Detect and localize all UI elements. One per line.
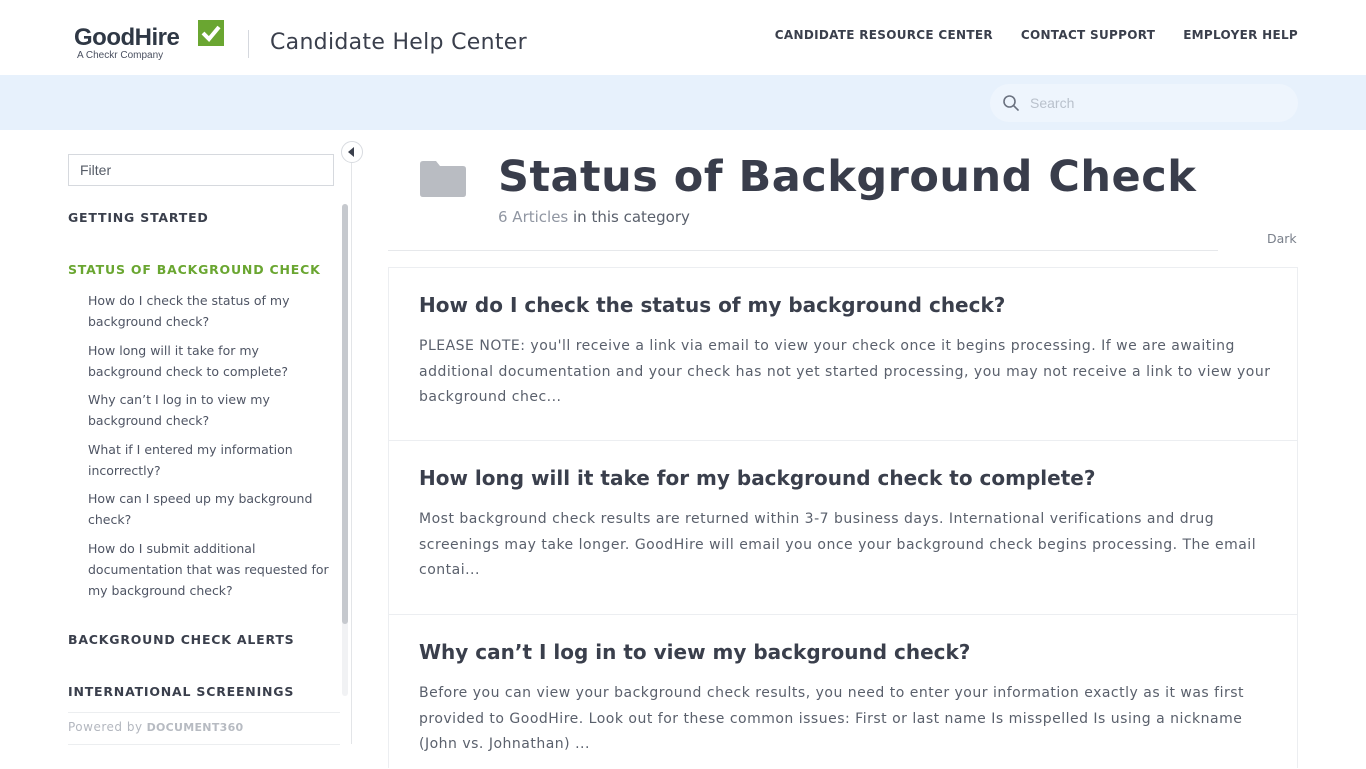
article-title[interactable]: How do I check the status of my backgrou… bbox=[419, 293, 1005, 317]
article-count: 6 Articles in this category bbox=[498, 208, 690, 226]
document360-logo: DOCUMENT360 bbox=[146, 721, 244, 734]
search-band bbox=[0, 75, 1366, 130]
article-card[interactable]: How do I check the status of my backgrou… bbox=[389, 268, 1297, 441]
sidebar-article-submit-documentation[interactable]: How do I submit additional documentation… bbox=[88, 538, 336, 601]
nav-candidate-resource-center[interactable]: CANDIDATE RESOURCE CENTER bbox=[775, 28, 993, 42]
dark-mode-toggle[interactable]: Dark bbox=[1267, 231, 1297, 246]
checkmark-logo-icon bbox=[198, 20, 224, 46]
filter-box[interactable] bbox=[68, 154, 334, 186]
nav-contact-support[interactable]: CONTACT SUPPORT bbox=[1021, 28, 1155, 42]
article-list: How do I check the status of my backgrou… bbox=[388, 267, 1298, 768]
category-sidebar: GETTING STARTED STATUS OF BACKGROUND CHE… bbox=[68, 130, 352, 768]
folder-icon bbox=[420, 161, 466, 197]
filter-input[interactable] bbox=[69, 155, 333, 185]
article-excerpt: PLEASE NOTE: you'll receive a link via e… bbox=[419, 338, 1271, 405]
article-count-suffix: in this category bbox=[568, 208, 690, 226]
sidebar-scrollbar-thumb[interactable] bbox=[342, 204, 348, 624]
site-header: GoodHire A Checkr Company Candidate Help… bbox=[0, 0, 1366, 75]
sidebar-category-background-check-alerts[interactable]: BACKGROUND CHECK ALERTS bbox=[68, 632, 294, 647]
article-excerpt: Most background check results are return… bbox=[419, 511, 1257, 578]
article-card[interactable]: How long will it take for my background … bbox=[389, 441, 1297, 615]
sidebar-category-status-of-background-check[interactable]: STATUS OF BACKGROUND CHECK bbox=[68, 262, 321, 277]
divider bbox=[68, 744, 340, 745]
sidebar-category-getting-started[interactable]: GETTING STARTED bbox=[68, 210, 209, 225]
nav-employer-help[interactable]: EMPLOYER HELP bbox=[1183, 28, 1298, 42]
divider bbox=[68, 712, 340, 713]
header-divider bbox=[248, 30, 249, 58]
sidebar-category-international-screenings[interactable]: INTERNATIONAL SCREENINGS bbox=[68, 684, 294, 699]
article-count-number: 6 Articles bbox=[498, 208, 569, 226]
powered-by-label: Powered by bbox=[68, 720, 143, 734]
goodhire-logo[interactable]: GoodHire A Checkr Company bbox=[74, 20, 234, 64]
sidebar-article-cant-log-in[interactable]: Why can’t I log in to view my background… bbox=[88, 389, 336, 431]
logo-text: GoodHire bbox=[74, 24, 180, 51]
search-input[interactable] bbox=[1030, 92, 1280, 114]
logo-subtitle: A Checkr Company bbox=[77, 50, 164, 61]
search-icon bbox=[1003, 95, 1019, 111]
article-excerpt: Before you can view your background chec… bbox=[419, 685, 1245, 752]
sidebar-article-how-long[interactable]: How long will it take for my background … bbox=[88, 340, 336, 382]
divider bbox=[388, 250, 1218, 251]
site-title[interactable]: Candidate Help Center bbox=[270, 30, 527, 55]
sidebar-article-speed-up[interactable]: How can I speed up my background check? bbox=[88, 488, 336, 530]
article-card[interactable]: Why can’t I log in to view my background… bbox=[389, 615, 1297, 769]
sidebar-article-check-status[interactable]: How do I check the status of my backgrou… bbox=[88, 290, 336, 332]
top-navigation: CANDIDATE RESOURCE CENTER CONTACT SUPPOR… bbox=[775, 28, 1298, 42]
sidebar-article-entered-incorrectly[interactable]: What if I entered my information incorre… bbox=[88, 439, 336, 481]
article-title[interactable]: Why can’t I log in to view my background… bbox=[419, 640, 970, 664]
powered-by[interactable]: Powered by DOCUMENT360 bbox=[68, 720, 243, 734]
search-box[interactable] bbox=[990, 84, 1298, 122]
article-title[interactable]: How long will it take for my background … bbox=[419, 466, 1095, 490]
page-title: Status of Background Check bbox=[498, 152, 1197, 202]
